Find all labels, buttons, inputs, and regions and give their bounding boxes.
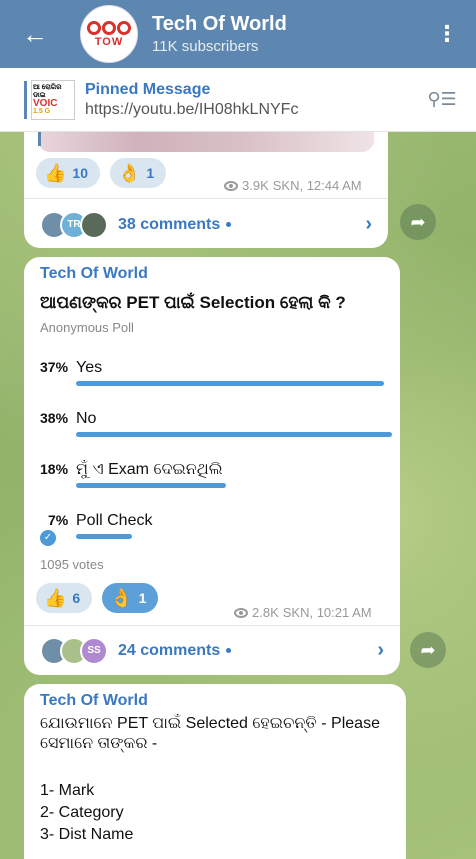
comments-row[interactable]: SS 24 comments › xyxy=(24,625,400,675)
eye-icon xyxy=(224,180,238,191)
reaction-thumbs-up[interactable]: 👍 10 xyxy=(36,158,100,188)
pinned-thumbnail: ଆ ରୋଗିର ଡାଇ VOIC 1.5 G xyxy=(31,79,75,120)
channel-title: Tech Of World xyxy=(152,13,287,35)
signature-time: SKN, 10:21 AM xyxy=(282,605,372,620)
poll-option-check[interactable]: 7% Poll Check ✓ xyxy=(40,512,380,546)
poll-message-bubble: Tech Of World ଆପଣଙ୍କର PET ପାଇଁ Selection… xyxy=(24,257,400,675)
poll-type: Anonymous Poll xyxy=(40,320,134,335)
poll-question: ଆପଣଙ୍କର PET ପାଇଁ Selection ହେଲା କି ? xyxy=(40,293,346,312)
channel-header: ← TOW Tech Of World 11K subscribers ⋮ xyxy=(0,0,476,68)
comments-row[interactable]: TR 38 comments › xyxy=(24,198,388,250)
comments-label: 24 comments xyxy=(118,642,377,660)
chevron-right-icon: › xyxy=(365,213,372,235)
poll-bar xyxy=(76,432,392,437)
view-count: 3.9K xyxy=(242,178,269,193)
channel-avatar[interactable]: TOW xyxy=(80,5,138,63)
signature-time: SKN, 12:44 AM xyxy=(272,178,362,193)
commenter-avatars: SS xyxy=(40,636,108,665)
message-author: Tech Of World xyxy=(40,692,148,709)
arrow-left-icon[interactable]: ← xyxy=(22,21,70,47)
avatar-text: TOW xyxy=(94,35,124,48)
poll-bar xyxy=(76,381,384,386)
poll-option-yes[interactable]: 37% Yes xyxy=(40,359,384,386)
message-bubble: Tech Of World ଯୋଉମାନେ PET ପାଇଁ Selected … xyxy=(24,684,406,859)
message-meta: 3.9K SKN, 12:44 AM xyxy=(224,178,362,193)
message-meta: 2.8K SKN, 10:21 AM xyxy=(234,605,372,620)
reaction-ok-hand[interactable]: 👌 1 xyxy=(102,583,159,613)
post-image[interactable] xyxy=(38,132,374,152)
message-text: ଯୋଉମାନେ PET ପାଇଁ Selected ହେଇଚନ୍ତି - Ple… xyxy=(40,715,380,752)
poll-option-no[interactable]: 38% No xyxy=(40,410,392,437)
pinned-text: Pinned Message https://youtu.be/IH08hkLN… xyxy=(85,81,422,119)
avatar xyxy=(80,210,108,239)
channel-info[interactable]: Tech Of World 11K subscribers xyxy=(152,13,432,55)
chevron-right-icon: › xyxy=(377,639,384,661)
poll-bar xyxy=(76,483,226,488)
reactions-row: 👍 6 👌 1 xyxy=(36,583,159,613)
comments-label: 38 comments xyxy=(118,216,365,234)
poll-option-no-exam[interactable]: 18% ମୁଁ ଏ Exam ଦେଇନଥିଲି xyxy=(40,461,380,488)
check-icon: ✓ xyxy=(40,530,56,546)
reaction-ok-hand[interactable]: 👌 1 xyxy=(110,158,167,188)
pinned-link: https://youtu.be/IH08hkLNYFc xyxy=(85,100,299,118)
share-icon[interactable]: ➦ xyxy=(400,204,436,240)
reactions-row: 👍 10 👌 1 xyxy=(36,158,167,188)
logo-rings xyxy=(87,20,131,35)
vote-count: 1095 votes xyxy=(40,557,104,572)
list-item: 2- Category xyxy=(40,804,124,821)
eye-icon xyxy=(234,607,248,618)
reaction-thumbs-up[interactable]: 👍 6 xyxy=(36,583,93,613)
pinned-title: Pinned Message xyxy=(85,80,211,98)
message-list: 1- Mark 2- Category 3- Dist Name xyxy=(40,780,133,846)
pinned-indicator xyxy=(24,80,27,119)
poll-bar xyxy=(76,534,132,539)
view-count: 2.8K xyxy=(252,605,279,620)
pinned-message-bar[interactable]: ଆ ରୋଗିର ଡାଇ VOIC 1.5 G Pinned Message ht… xyxy=(0,68,476,132)
list-item: 1- Mark xyxy=(40,782,95,799)
message-author: Tech Of World xyxy=(40,265,148,282)
unpin-list-icon[interactable]: ⚲☰ xyxy=(422,89,462,110)
avatar: SS xyxy=(80,636,108,665)
commenter-avatars: TR xyxy=(40,210,108,239)
list-item: 3- Dist Name xyxy=(40,826,134,843)
more-vertical-icon[interactable]: ⋮ xyxy=(432,21,462,47)
message-bubble: 👍 10 👌 1 3.9K SKN, 12:44 AM TR 38 comments… xyxy=(24,132,388,248)
share-icon[interactable]: ➦ xyxy=(410,632,446,668)
subscriber-count: 11K subscribers xyxy=(152,38,259,55)
